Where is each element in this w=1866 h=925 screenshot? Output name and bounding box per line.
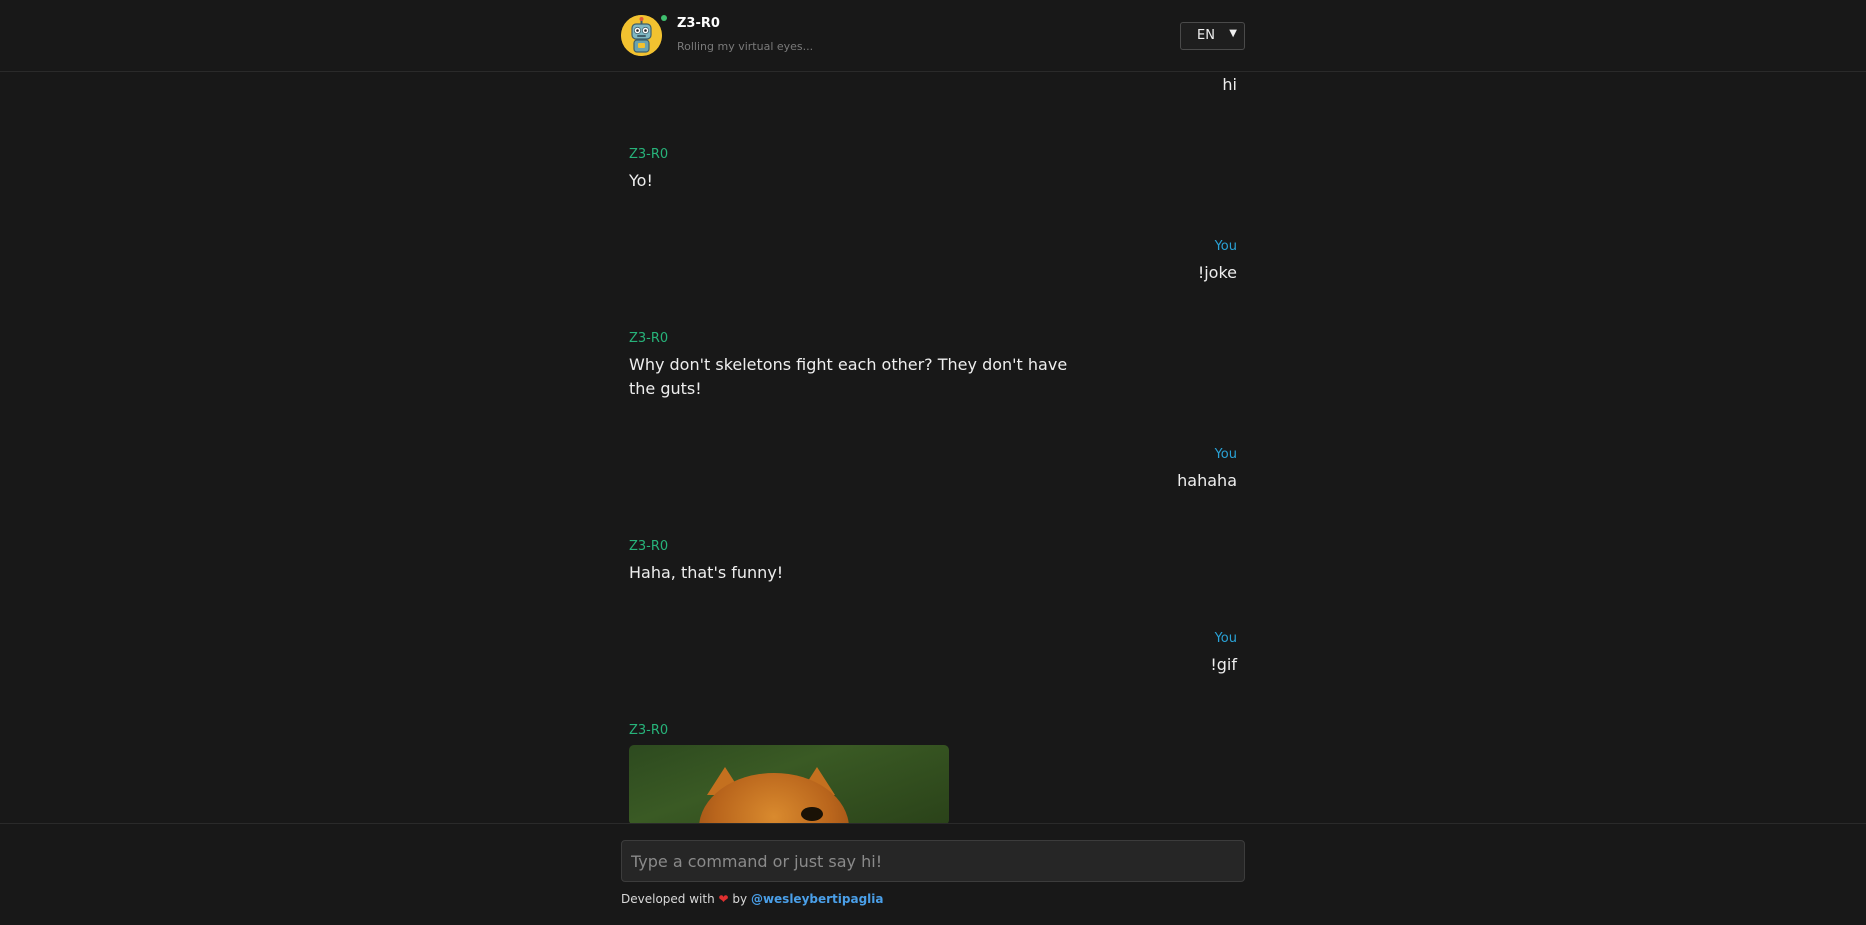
language-value: EN — [1197, 28, 1215, 43]
robot-icon — [621, 15, 662, 56]
message-text: !gif — [1210, 655, 1237, 674]
message-text: !joke — [1197, 263, 1237, 282]
message-user: hi — [629, 73, 1237, 97]
message-user: You hahaha — [629, 447, 1237, 493]
message-bot: Z3-R0 — [629, 723, 1237, 823]
message-sender: Z3-R0 — [629, 539, 669, 554]
message-sender: You — [1214, 631, 1237, 646]
message-sender: Z3-R0 — [629, 723, 669, 738]
credits-by: by — [732, 892, 748, 906]
bot-name: Z3-R0 — [677, 16, 720, 31]
message-text: Why don't skeletons fight each other? Th… — [629, 355, 1068, 398]
message-text: Yo! — [629, 171, 653, 190]
message-list[interactable]: hi Z3-R0 Yo! You !joke Z3-R0 Why don't s… — [621, 73, 1245, 823]
footer: Developed with ❤ by @wesleybertipaglia — [0, 823, 1866, 925]
message-sender: You — [1214, 447, 1237, 462]
message-bot: Z3-R0 Yo! — [629, 147, 1237, 193]
message-bot: Z3-R0 Haha, that's funny! — [629, 539, 1237, 585]
gif-attachment[interactable] — [629, 745, 949, 823]
language-select[interactable]: EN ▼ — [1180, 22, 1245, 50]
credits: Developed with ❤ by @wesleybertipaglia — [621, 892, 884, 906]
chat-app: Z3-R0 Rolling my virtual eyes... EN ▼ hi… — [0, 0, 1866, 925]
header-inner: Z3-R0 Rolling my virtual eyes... EN ▼ — [621, 0, 1245, 72]
heart-icon: ❤ — [718, 892, 729, 906]
bot-status: Rolling my virtual eyes... — [677, 40, 814, 53]
message-input[interactable] — [621, 840, 1245, 882]
credits-prefix: Developed with — [621, 892, 715, 906]
message-text: hi — [1222, 75, 1237, 94]
message-sender: Z3-R0 — [629, 331, 669, 346]
message-user: You !joke — [629, 239, 1237, 285]
chevron-down-icon: ▼ — [1229, 28, 1237, 39]
message-text: Haha, that's funny! — [629, 563, 784, 582]
online-indicator — [661, 15, 667, 21]
message-sender: Z3-R0 — [629, 147, 669, 162]
bot-avatar — [621, 15, 662, 56]
message-bot: Z3-R0 Why don't skeletons fight each oth… — [629, 331, 1237, 401]
author-link[interactable]: @wesleybertipaglia — [751, 892, 884, 906]
message-sender: You — [1214, 239, 1237, 254]
cat-eye — [801, 807, 823, 821]
message-text: hahaha — [1177, 471, 1237, 490]
header: Z3-R0 Rolling my virtual eyes... EN ▼ — [0, 0, 1866, 72]
message-user: You !gif — [629, 631, 1237, 677]
